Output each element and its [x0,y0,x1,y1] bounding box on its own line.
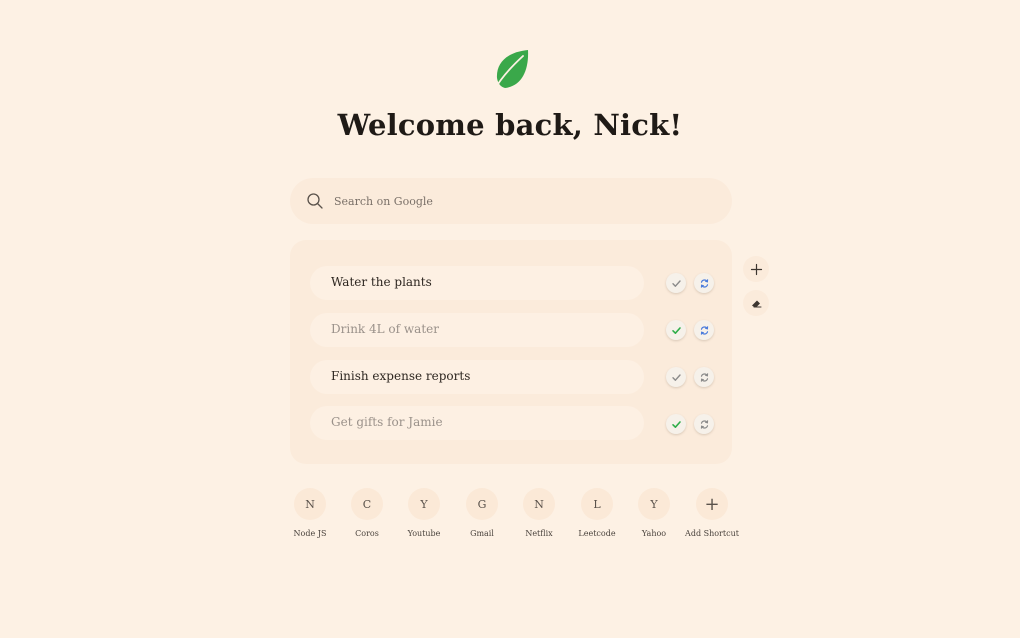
todo-text: Finish expense reports [331,369,471,383]
repeat-button[interactable] [694,273,714,293]
complete-button[interactable] [666,414,686,434]
add-todo-button[interactable] [743,256,769,282]
todo-text: Water the plants [331,275,432,289]
search-icon [307,193,323,209]
clear-todos-button[interactable] [743,290,769,316]
check-icon [671,420,681,428]
shortcut-icon: N [294,488,326,520]
shortcut-icon: C [351,488,383,520]
complete-button[interactable] [666,367,686,387]
shortcut-node-js[interactable]: N Node JS [280,488,340,548]
complete-button[interactable] [666,320,686,340]
eraser-icon [751,300,761,307]
repeat-button[interactable] [694,320,714,340]
repeat-button[interactable] [694,414,714,434]
shortcut-youtube[interactable]: Y Youtube [394,488,454,548]
repeat-button[interactable] [694,367,714,387]
shortcut-icon: Y [408,488,440,520]
shortcut-gmail[interactable]: G Gmail [452,488,512,548]
complete-button[interactable] [666,273,686,293]
welcome-heading: Welcome back, Nick! [337,108,683,142]
repeat-icon [700,419,708,429]
plus-icon [750,263,762,275]
check-icon [671,279,681,287]
shortcut-icon: Y [638,488,670,520]
repeat-icon [700,325,708,335]
todo-item[interactable]: Finish expense reports [310,360,644,394]
repeat-icon [700,372,708,382]
plus-icon: + [696,488,728,520]
todo-item[interactable]: Water the plants [310,266,644,300]
leaf-logo-icon [494,50,529,90]
check-icon [671,373,681,381]
shortcut-label: Add Shortcut [685,529,739,538]
shortcut-icon: G [466,488,498,520]
shortcut-icon: N [523,488,555,520]
todo-text: Get gifts for Jamie [331,415,443,429]
shortcut-leetcode[interactable]: L Leetcode [567,488,627,548]
shortcut-coros[interactable]: C Coros [337,488,397,548]
shortcut-icon: L [581,488,613,520]
todo-list-panel: Water the plants Drink 4L of water Finis… [290,240,732,464]
add-shortcut-button[interactable]: + Add Shortcut [682,488,742,548]
shortcut-yahoo[interactable]: Y Yahoo [624,488,684,548]
search-bar[interactable] [290,178,732,224]
todo-text: Drink 4L of water [331,322,439,336]
todo-item[interactable]: Drink 4L of water [310,313,644,347]
repeat-icon [700,278,708,288]
search-input[interactable] [334,187,714,215]
check-icon [671,326,681,334]
shortcut-netflix[interactable]: N Netflix [509,488,569,548]
todo-item[interactable]: Get gifts for Jamie [310,406,644,440]
